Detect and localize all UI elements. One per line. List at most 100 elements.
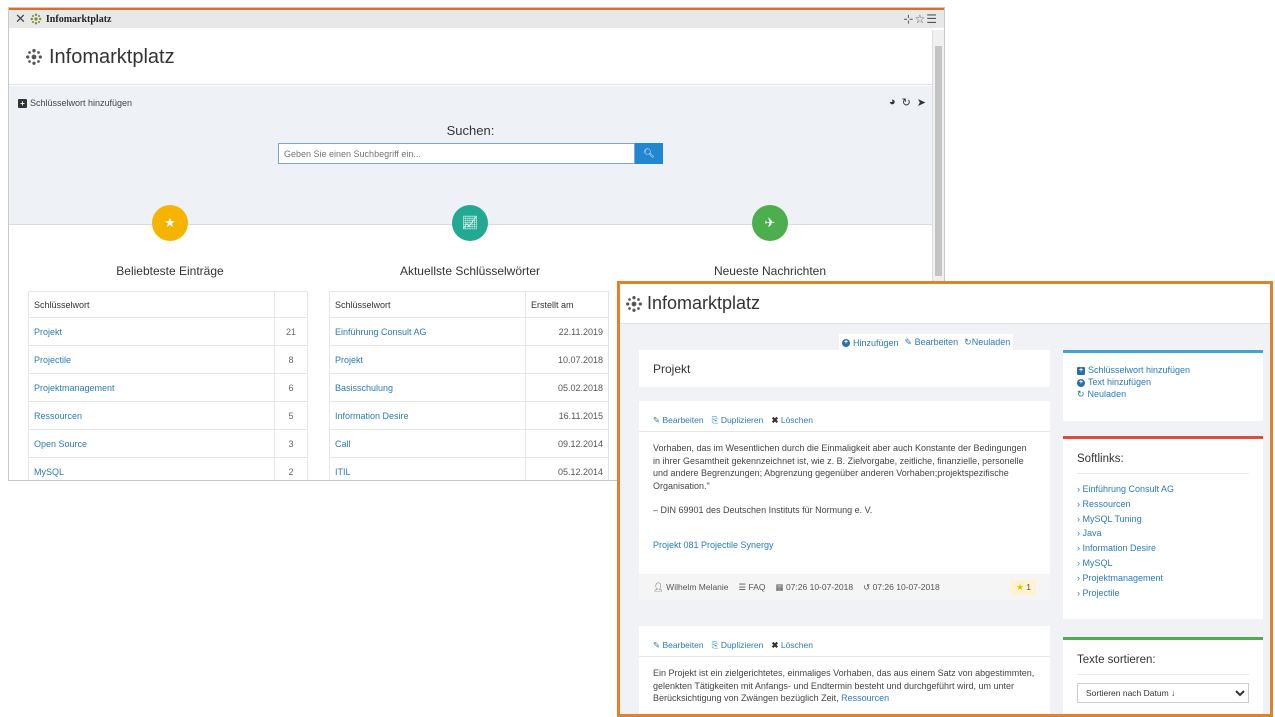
refresh-icon[interactable]: ↻: [902, 96, 911, 109]
keyword-link[interactable]: ITIL: [335, 467, 351, 477]
rating-count: 1: [1026, 581, 1031, 592]
add-label: Hinzufügen: [853, 337, 899, 348]
send-icon[interactable]: ➤: [917, 96, 926, 109]
window-controls: ⊹☆☰: [903, 12, 938, 26]
created-date: 16.11.2015: [525, 401, 609, 430]
site-header: Infomarktplatz: [9, 30, 932, 85]
keyword-link[interactable]: Projekt: [34, 327, 62, 337]
keyword-link[interactable]: Open Source: [34, 439, 87, 449]
reload-button[interactable]: ↻Neuladen: [964, 337, 1010, 348]
scrollbar-thumb[interactable]: [935, 46, 942, 276]
search-icon: 🔍︎: [643, 148, 655, 158]
entry-quote-source: – DIN 69901 des Deutschen Instituts für …: [653, 505, 873, 515]
brand[interactable]: Infomarktplatz: [25, 46, 175, 69]
category-meta: ☰ FAQ: [739, 582, 766, 593]
table-row: Projectile 8: [28, 345, 308, 374]
softlink-item[interactable]: › Information Desire: [1077, 541, 1249, 556]
entry-text: Vorhaben, das im Wesentlichen durch die …: [653, 443, 1027, 491]
add-keyword-label: Schlüsselwort hinzufügen: [1088, 365, 1191, 375]
duplicate-entry-button[interactable]: ⎘ Duplizieren: [712, 640, 764, 651]
reload-label: Neuladen: [1087, 389, 1127, 399]
chart-pie-icon[interactable]: ◕: [889, 96, 896, 109]
keyword-link[interactable]: Projektmanagement: [34, 383, 115, 393]
plus-circle-icon: +: [1077, 378, 1085, 387]
site-header: Infomarktplatz: [620, 284, 1270, 324]
text-entry: ✎ Bearbeiten ⎘ Duplizieren ✖ Löschen Ein…: [639, 626, 1050, 714]
user-icon: 👤︎: [653, 581, 664, 592]
recent-keywords-table: Schlüsselwort Erstellt am Einführung Con…: [329, 291, 609, 480]
entry-count: 8: [274, 345, 308, 374]
favorite-star-icon[interactable]: ☆: [914, 12, 926, 26]
softlink-label: Information Desire: [1082, 543, 1157, 554]
column-header-keyword: Schlüsselwort: [28, 291, 275, 318]
edit-entry-button[interactable]: ✎ Bearbeiten: [653, 640, 704, 651]
actions-panel: + Schlüsselwort hinzufügen + Text hinzufüg…: [1063, 350, 1263, 421]
table-row: Ressourcen 5: [28, 401, 308, 430]
delete-entry-button[interactable]: ✖ Löschen: [771, 640, 813, 651]
column-header-created: Erstellt am: [525, 291, 609, 318]
softlink-item[interactable]: › MySQL Tuning: [1077, 512, 1249, 527]
add-text-link[interactable]: + Text hinzufügen: [1077, 376, 1249, 388]
brand-name: Infomarktplatz: [647, 293, 761, 313]
entry-count: 3: [274, 429, 308, 458]
softlink-item[interactable]: › Java: [1077, 526, 1249, 541]
menu-icon[interactable]: ☰: [926, 12, 938, 26]
edit-button[interactable]: ✎ Bearbeiten: [905, 337, 959, 348]
softlink-label: Einführung Consult AG: [1082, 484, 1175, 494]
sliders-icon: ☰: [738, 581, 747, 592]
page-title: Projekt: [639, 350, 1050, 387]
add-keyword-link[interactable]: + Schlüsselwort hinzufügen: [18, 98, 132, 108]
table-row: Einführung Consult AG 22.11.2019: [329, 317, 609, 346]
edit-icon: ✎: [904, 337, 913, 347]
duplicate-entry-button[interactable]: ⎘ Duplizieren: [712, 415, 764, 426]
softlink-item[interactable]: › MySQL: [1077, 556, 1249, 571]
created-date: 05.02.2018: [525, 373, 609, 402]
keyword-link[interactable]: Information Desire: [335, 411, 409, 421]
table-row: Basisschulung 05.02.2018: [329, 373, 609, 402]
add-button[interactable]: + Hinzufügen: [842, 338, 899, 348]
softlink-item[interactable]: › Einführung Consult AG: [1077, 482, 1249, 497]
category-name: FAQ: [748, 581, 766, 592]
entry-link[interactable]: Ressourcen: [841, 693, 889, 703]
keyword-link[interactable]: Call: [335, 439, 351, 449]
plus-square-icon: +: [1077, 366, 1085, 375]
reload-link[interactable]: ↻ Neuladen: [1077, 388, 1249, 400]
search-button[interactable]: 🔍︎: [635, 143, 663, 164]
keyword-link[interactable]: MySQL: [34, 467, 64, 477]
sort-select[interactable]: Sortieren nach Datum ↓: [1077, 683, 1249, 703]
sort-title: Texte sortieren:: [1077, 654, 1249, 675]
duplicate-label: Duplizieren: [720, 640, 764, 650]
close-icon[interactable]: ✕: [15, 11, 26, 27]
edit-label: Bearbeiten: [662, 640, 704, 650]
edit-icon: ✎: [653, 640, 661, 650]
delete-entry-button[interactable]: ✖ Löschen: [771, 415, 813, 426]
created-time: 07:26 10-07-2018: [785, 581, 854, 592]
keyword-link[interactable]: Projekt: [335, 355, 363, 365]
window-title: Infomarktplatz: [45, 13, 112, 25]
edit-label: Bearbeiten: [914, 337, 959, 347]
softlink-item[interactable]: › Projectile: [1077, 586, 1249, 601]
keyword-link[interactable]: Ressourcen: [34, 411, 82, 421]
brand[interactable]: Infomarktplatz: [625, 293, 760, 314]
edit-entry-button[interactable]: ✎ Bearbeiten: [653, 415, 704, 426]
softlink-item[interactable]: › Projektmanagement: [1077, 571, 1249, 586]
keyword-link[interactable]: Basisschulung: [335, 383, 393, 393]
softlink-label: Java: [1082, 528, 1102, 539]
entry-meta: 👤︎ Wilhelm Melanie ☰ FAQ ▦ 07:26 10-07-2…: [639, 574, 1050, 600]
duplicate-label: Duplizieren: [720, 415, 764, 425]
delete-icon: ✖: [771, 640, 779, 650]
popular-entries-table: Schlüsselwort Projekt 21 Projectile 8 Proj…: [28, 291, 308, 480]
copy-icon: ⎘: [711, 640, 719, 650]
rating-badge[interactable]: ★ 1: [1011, 579, 1036, 595]
table-row: Projektmanagement 6: [28, 373, 308, 402]
add-keyword-link[interactable]: + Schlüsselwort hinzufügen: [1077, 364, 1249, 376]
keyword-link[interactable]: Projectile: [34, 355, 71, 365]
brand-logo-icon: [30, 13, 42, 25]
entry-link[interactable]: Projekt 081 Projectile Synergy: [653, 540, 774, 550]
delete-label: Löschen: [780, 415, 813, 425]
keyword-link[interactable]: Einführung Consult AG: [335, 327, 427, 337]
table-row: Information Desire 16.11.2015: [329, 401, 609, 430]
softlink-item[interactable]: › Ressourcen: [1077, 497, 1249, 512]
search-input[interactable]: [278, 143, 635, 164]
pin-icon[interactable]: ⊹: [903, 12, 914, 26]
